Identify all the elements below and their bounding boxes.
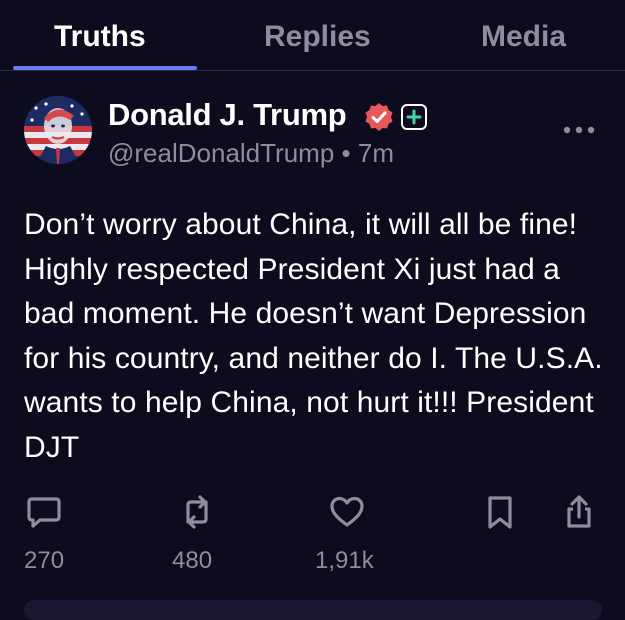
avatar-image [24, 96, 92, 164]
next-post-preview [24, 600, 602, 620]
verified-badge-icon [364, 102, 394, 132]
more-options-icon[interactable] [561, 122, 597, 138]
tab-bar: Truths Replies Media [0, 0, 625, 71]
avatar[interactable] [24, 96, 92, 164]
repost-arrows-icon [186, 495, 208, 529]
share-button[interactable] [560, 493, 598, 531]
post-text: Don’t worry about China, it will all be … [24, 208, 603, 464]
retruth-button[interactable] [178, 493, 216, 531]
like-count: 1,91k [315, 547, 374, 574]
tab-replies[interactable]: Replies [264, 20, 371, 54]
bookmark-button[interactable] [481, 493, 519, 531]
meta-separator: • [341, 138, 351, 168]
author-name[interactable]: Donald J. Trump [108, 97, 347, 133]
tab-truths[interactable]: Truths [54, 20, 146, 54]
post-time: 7m [357, 138, 394, 168]
reply-button[interactable] [25, 493, 63, 531]
retruth-count: 480 [172, 547, 213, 574]
heart-icon [330, 496, 364, 527]
like-button[interactable] [328, 493, 366, 531]
post-meta: @realDonaldTrump • 7m [108, 138, 394, 169]
reply-count: 270 [24, 547, 65, 574]
speech-bubble-icon [27, 497, 61, 528]
bookmark-icon [488, 496, 512, 529]
plus-square-icon [401, 104, 427, 130]
share-icon [567, 495, 591, 528]
author-handle[interactable]: @realDonaldTrump [108, 138, 334, 168]
active-tab-indicator [13, 66, 197, 70]
tab-media[interactable]: Media [481, 20, 566, 54]
